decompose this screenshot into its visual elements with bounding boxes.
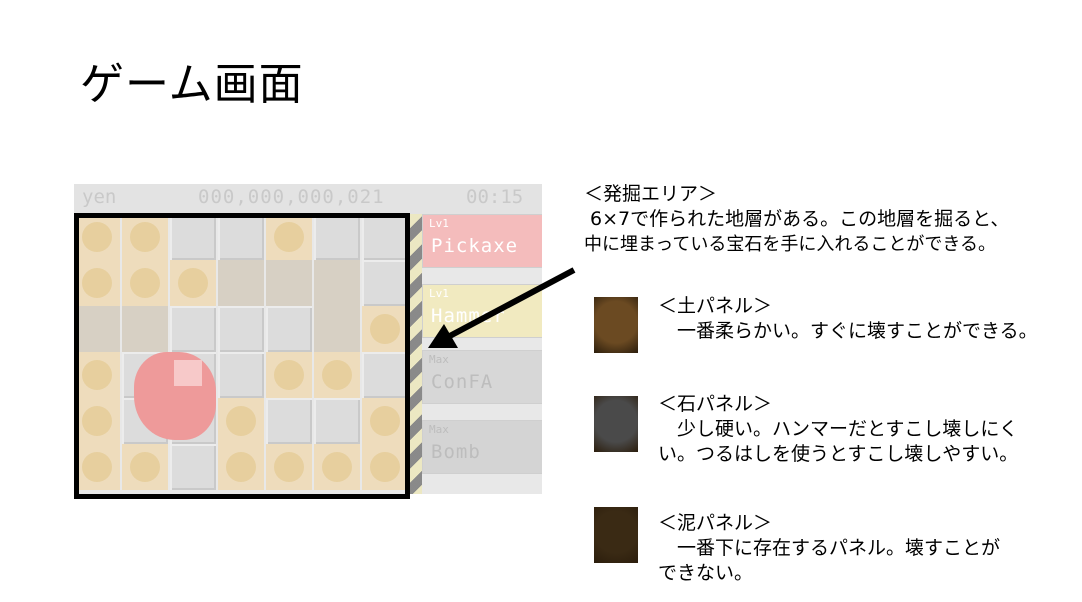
callout-arrow-icon	[428, 267, 576, 348]
soil-panel-swatch	[594, 297, 638, 353]
hazard-stripe	[410, 214, 422, 494]
tool-name: Bomb	[431, 441, 481, 463]
mud-panel-text: 一番下に存在するパネル。壊すことが できない。	[658, 537, 1001, 584]
mud-panel-heading: ＜泥パネル＞	[658, 512, 773, 534]
stone-panel-swatch	[594, 396, 638, 452]
tool-level: Lv1	[429, 217, 449, 230]
callout-heading: ＜発掘エリア＞	[584, 183, 718, 205]
slide-title: ゲーム画面	[80, 59, 304, 110]
callout-line-1: 6×7で作られた地層がある。この地層を掘ると、	[584, 208, 1010, 230]
dig-area-highlight-frame	[74, 213, 410, 499]
tool-confa: Max ConFA	[422, 350, 542, 404]
tool-pickaxe: Lv1 Pickaxe	[422, 214, 542, 268]
callout-line-2: 中に埋まっている宝石を手に入れることができる。	[584, 234, 997, 255]
tool-bomb: Max Bomb	[422, 420, 542, 474]
soil-panel-text: 一番柔らかい。すぐに壊すことができる。	[658, 320, 1038, 342]
timer: 00:15	[466, 186, 524, 208]
stone-panel-heading: ＜石パネル＞	[658, 393, 773, 415]
money-counter: 000,000,000,021	[198, 186, 385, 208]
stone-panel-text: 少し硬い。ハンマーだとすこし壊しにく い。つるはしを使うとすこし壊しやすい。	[658, 418, 1019, 465]
game-hud: yen 000,000,000,021 00:15	[74, 184, 542, 214]
tool-name: Pickaxe	[431, 235, 519, 257]
mud-panel-swatch	[594, 507, 638, 563]
tool-level: Max	[429, 423, 449, 436]
tool-name: ConFA	[431, 371, 494, 393]
yen-label: yen	[82, 186, 117, 208]
soil-panel-heading: ＜土パネル＞	[658, 295, 773, 317]
tool-level: Max	[429, 353, 449, 366]
